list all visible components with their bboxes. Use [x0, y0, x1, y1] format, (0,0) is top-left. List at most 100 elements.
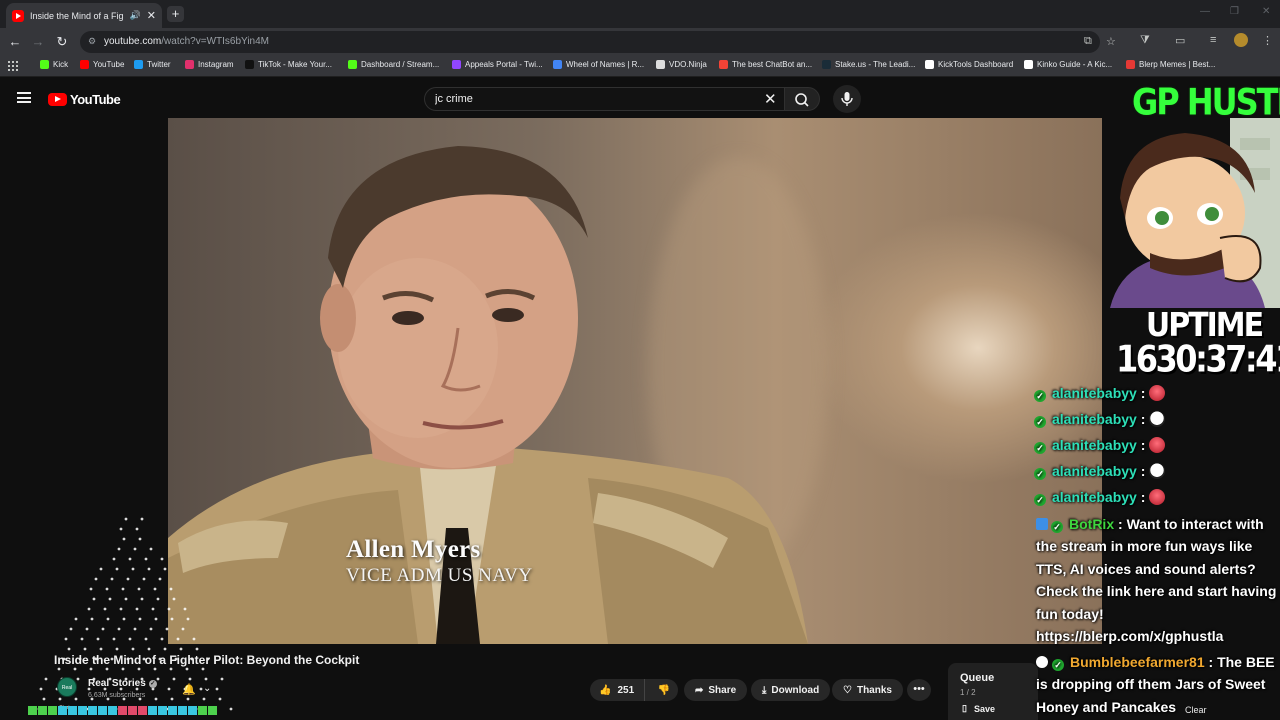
emote-icon	[1149, 385, 1166, 401]
search-button[interactable]	[784, 87, 820, 111]
decoration-dot	[144, 637, 148, 641]
verified-check-icon: ✓	[1034, 390, 1046, 402]
bookmark-kick[interactable]: Kick	[40, 60, 68, 69]
thanks-button[interactable]: ♡ Thanks	[832, 679, 903, 701]
kinko-icon	[1024, 60, 1033, 69]
decoration-dot	[105, 587, 109, 591]
clear-queue-button[interactable]: Clear	[1185, 705, 1207, 715]
tiktok-icon	[245, 60, 254, 69]
decoration-dot	[74, 697, 78, 701]
bookmark-appeals-portal[interactable]: Appeals Portal - Twi...	[452, 60, 543, 69]
instagram-icon	[185, 60, 194, 69]
bookmark-youtube[interactable]: YouTube	[80, 60, 124, 69]
bookmark-star-icon[interactable]: ☆	[1106, 35, 1116, 48]
decoration-dot	[115, 647, 119, 651]
bookmark-kick-dashboard[interactable]: Dashboard / Stream...	[348, 60, 439, 69]
more-actions-icon[interactable]: •••	[907, 679, 931, 701]
blerp-icon	[1126, 60, 1135, 69]
wheel-icon	[553, 60, 562, 69]
new-tab-button[interactable]: +	[167, 6, 184, 22]
decoration-dot	[169, 667, 173, 671]
like-button[interactable]: 👍 251	[590, 679, 645, 701]
bookmark-chatbot[interactable]: The best ChatBot an...	[719, 60, 812, 69]
chat-message: ✓ alanitebabyy :	[1034, 489, 1166, 506]
decoration-dot	[99, 567, 103, 571]
bookmark-instagram[interactable]: Instagram	[185, 60, 234, 69]
bot-chat-message: ✓ BotRix : Want to interact with the stre…	[1036, 516, 1277, 645]
browser-tab[interactable]: Inside the Mind of a Fighter 🔊 ✕	[6, 3, 162, 28]
search-input[interactable]	[435, 93, 735, 105]
decoration-dot	[121, 667, 125, 671]
speaker-icon[interactable]: 🔊	[130, 10, 141, 21]
kick-badge-icon	[1036, 656, 1048, 668]
queue-save-button[interactable]: ▯ Save	[962, 703, 995, 714]
decoration-dot	[92, 597, 96, 601]
decoration-dot	[185, 667, 189, 671]
bookmark-kinko-guide[interactable]: Kinko Guide - A Kic...	[1024, 60, 1112, 69]
url-text[interactable]: youtube.com/watch?v=WTIs6bYin4M	[104, 36, 269, 47]
chevron-down-icon[interactable]: ⌄	[203, 683, 211, 694]
open-in-app-icon[interactable]: ⧉	[1084, 35, 1092, 48]
channel-name-row[interactable]: Real Stories ✓	[88, 678, 157, 689]
window-close-icon[interactable]: ✕	[1262, 6, 1270, 17]
dislike-button[interactable]: 👎	[650, 685, 678, 696]
uptime-value: 1630:37:41	[1116, 337, 1280, 381]
channel-avatar[interactable]: Real Stories	[57, 677, 77, 711]
bookmark-stake[interactable]: Stake.us - The Leadi...	[822, 60, 915, 69]
download-button[interactable]: ⤓ Download	[751, 679, 831, 701]
youtube-logo[interactable]: YouTube	[48, 92, 121, 107]
decoration-dot	[85, 627, 89, 631]
decoration-dot	[149, 627, 153, 631]
decoration-dot	[131, 567, 135, 571]
forward-icon[interactable]: →	[30, 34, 46, 50]
streamer-avatar-cam	[1110, 118, 1280, 308]
address-bar[interactable]: ⚙ youtube.com/watch?v=WTIs6bYin4M ⧉ ☆	[80, 31, 1116, 53]
browser-menu-icon[interactable]: ⋮	[1262, 34, 1273, 47]
queue-panel[interactable]: Queue 1 / 2 ▯ Save	[948, 663, 1038, 720]
bookmark-vdo-ninja[interactable]: VDO.Ninja	[656, 60, 707, 69]
decoration-dot	[124, 597, 128, 601]
minimize-icon[interactable]: —	[1200, 6, 1210, 17]
apps-grid-icon[interactable]	[8, 61, 18, 71]
decoration-dot	[87, 607, 91, 611]
decoration-dot	[101, 627, 105, 631]
video-player[interactable]: Allen Myers VICE ADM US NAVY	[168, 118, 1102, 644]
site-info-icon[interactable]: ⚙	[88, 36, 100, 48]
media-controls-icon[interactable]: ≡	[1210, 34, 1216, 46]
maximize-icon[interactable]: ❐	[1230, 6, 1239, 17]
emote-icon	[1149, 437, 1166, 453]
lower-third-title: VICE ADM US NAVY	[346, 565, 533, 586]
profile-avatar[interactable]	[1234, 33, 1248, 47]
reload-icon[interactable]: ↻	[54, 34, 70, 50]
decoration-dot	[89, 667, 93, 671]
decoration-dot	[112, 637, 116, 641]
cast-icon[interactable]: ▭	[1175, 34, 1185, 47]
menu-icon[interactable]	[17, 92, 31, 103]
decoration-dot	[64, 637, 68, 641]
tab-close-icon[interactable]: ✕	[147, 9, 156, 22]
decoration-dot	[179, 647, 183, 651]
channel-name[interactable]: Real Stories	[88, 678, 146, 689]
decoration-dot	[156, 677, 160, 681]
extensions-icon[interactable]: ⧩	[1140, 34, 1150, 47]
notification-bell-icon[interactable]: 🔔	[182, 683, 196, 696]
chat-username: Bumblebeefarmer81	[1070, 654, 1205, 670]
decoration-dot	[202, 697, 206, 701]
back-icon[interactable]: ←	[7, 34, 23, 50]
decoration-dot	[144, 557, 148, 561]
clear-search-icon[interactable]: ✕	[764, 90, 777, 108]
bookmark-tiktok[interactable]: TikTok - Make Your...	[245, 60, 332, 69]
voice-search-button[interactable]	[833, 85, 861, 113]
decoration-dot	[96, 637, 100, 641]
bookmark-wheel-of-names[interactable]: Wheel of Names | R...	[553, 60, 644, 69]
decoration-dot	[172, 597, 176, 601]
bookmark-twitter[interactable]: Twitter	[134, 60, 171, 69]
decoration-dot	[112, 557, 116, 561]
chat-message: ✓ alanitebabyy :	[1034, 463, 1166, 480]
decoration-dot	[135, 527, 139, 531]
chatbot-icon	[719, 60, 728, 69]
decoration-dot	[117, 627, 121, 631]
bookmark-kicktools[interactable]: KickTools Dashboard	[925, 60, 1013, 69]
bookmark-blerp[interactable]: Blerp Memes | Best...	[1126, 60, 1215, 69]
share-button[interactable]: ➦ Share	[684, 679, 748, 701]
